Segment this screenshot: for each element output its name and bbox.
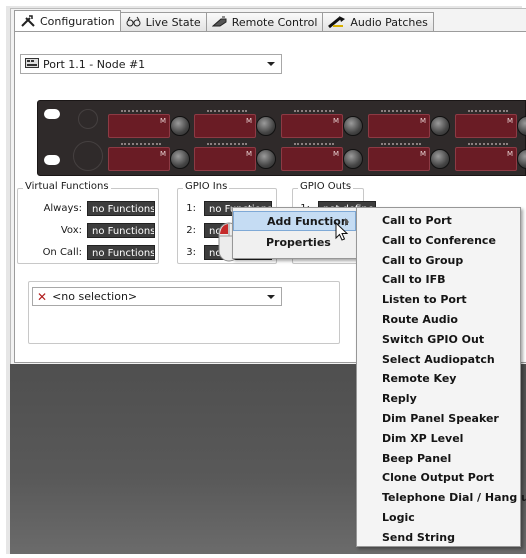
pill-indicator <box>44 109 60 119</box>
pill-indicator <box>44 155 60 165</box>
submenu-item-telephone-dial[interactable]: Telephone Dial / Hang up <box>357 488 526 508</box>
submenu-item-logic[interactable]: Logic <box>357 508 520 528</box>
submenu-item-call-to-port[interactable]: Call to Port <box>357 211 520 231</box>
menu-item-label: Properties <box>266 236 331 249</box>
panel-knob[interactable] <box>256 116 276 136</box>
panel-key[interactable]: M <box>368 143 430 171</box>
panel-knob[interactable] <box>170 116 190 136</box>
function-value[interactable]: no Functions <box>87 201 155 216</box>
submenu-item-route-audio[interactable]: Route Audio <box>357 310 520 330</box>
row-label: 2: <box>186 225 196 236</box>
panel-key[interactable]: M <box>108 143 170 171</box>
panel-key[interactable]: M <box>194 143 256 171</box>
tab-remote-control[interactable]: Remote Control <box>205 12 324 31</box>
function-value[interactable]: no Functions <box>87 223 155 238</box>
selection-select[interactable]: ✕ <no selection> <box>32 287 282 306</box>
panel-key[interactable]: M <box>368 110 430 138</box>
panel-key[interactable]: M <box>281 143 343 171</box>
panel-knob[interactable] <box>343 116 363 136</box>
row-label: On Call: <box>42 247 82 258</box>
chevron-down-icon[interactable] <box>267 295 275 299</box>
submenu-item-beep-panel[interactable]: Beep Panel <box>357 449 520 469</box>
submenu-item-send-string[interactable]: Send String <box>357 528 520 548</box>
tab-bar: Configuration Live State Remote Control … <box>14 10 434 32</box>
submenu-item-dim-panel-speaker[interactable]: Dim Panel Speaker <box>357 409 520 429</box>
glasses-icon <box>126 16 142 28</box>
patch-icon <box>328 15 346 29</box>
submenu-item-remote-key[interactable]: Remote Key <box>357 369 520 389</box>
port-select[interactable]: Port 1.1 - Node #1 <box>20 54 282 74</box>
submenu-item-dim-xp-level[interactable]: Dim XP Level <box>357 429 520 449</box>
panel-key[interactable]: M <box>455 110 517 138</box>
submenu-item-call-to-conference[interactable]: Call to Conference <box>357 231 520 251</box>
panel-knob[interactable] <box>517 116 526 136</box>
submenu-item-call-to-ifb[interactable]: Call to IFB <box>357 270 520 290</box>
tab-label: Live State <box>145 15 201 29</box>
keypanel-icon <box>25 57 39 71</box>
row-label: 3: <box>186 247 196 258</box>
tab-label: Audio Patches <box>350 15 428 29</box>
tab-audio-patches[interactable]: Audio Patches <box>322 12 434 31</box>
panel-knob[interactable] <box>517 149 526 169</box>
tab-configuration[interactable]: Configuration <box>14 10 121 31</box>
group-title: Virtual Functions <box>23 181 111 192</box>
mouse-pointer-icon <box>335 221 349 245</box>
submenu-item-listen-to-port[interactable]: Listen to Port <box>357 290 520 310</box>
keypanel-device: M M M M M M M M M M <box>37 100 526 176</box>
function-value[interactable]: no Functions <box>87 245 155 260</box>
panel-knob[interactable] <box>170 149 190 169</box>
submenu-item-reply[interactable]: Reply <box>357 389 520 409</box>
panel-key[interactable]: M <box>108 110 170 138</box>
selection-value: <no selection> <box>52 290 138 303</box>
tools-icon <box>20 14 36 28</box>
row-label: Always: <box>43 203 82 214</box>
row-label: 1: <box>186 203 196 214</box>
group-title: GPIO Outs <box>298 181 354 192</box>
speaker-ring <box>73 141 103 171</box>
tab-label: Remote Control <box>231 15 318 29</box>
submenu-item-clone-output-port[interactable]: Clone Output Port <box>357 468 520 488</box>
panel-key[interactable]: M <box>455 143 517 171</box>
panel-knob[interactable] <box>430 149 450 169</box>
x-icon: ✕ <box>37 289 48 304</box>
chevron-down-icon[interactable] <box>267 62 275 66</box>
submenu-item-switch-gpio-out[interactable]: Switch GPIO Out <box>357 330 520 350</box>
panel-knob[interactable] <box>256 149 276 169</box>
group-title: GPIO Ins <box>183 181 230 192</box>
panel-knob[interactable] <box>430 116 450 136</box>
add-function-submenu: Call to Port Call to Conference Call to … <box>356 207 526 548</box>
submenu-item-call-to-group[interactable]: Call to Group <box>357 251 520 271</box>
remote-icon <box>211 16 228 28</box>
led-ring <box>78 109 98 129</box>
submenu-item-select-audiopatch[interactable]: Select Audiopatch <box>357 350 520 370</box>
panel-key[interactable]: M <box>281 110 343 138</box>
panel-knob[interactable] <box>343 149 363 169</box>
tab-live-state[interactable]: Live State <box>119 12 207 31</box>
panel-key[interactable]: M <box>194 110 256 138</box>
port-select-value: Port 1.1 - Node #1 <box>43 57 146 71</box>
tab-label: Configuration <box>40 14 115 28</box>
row-label: Vox: <box>60 225 82 236</box>
